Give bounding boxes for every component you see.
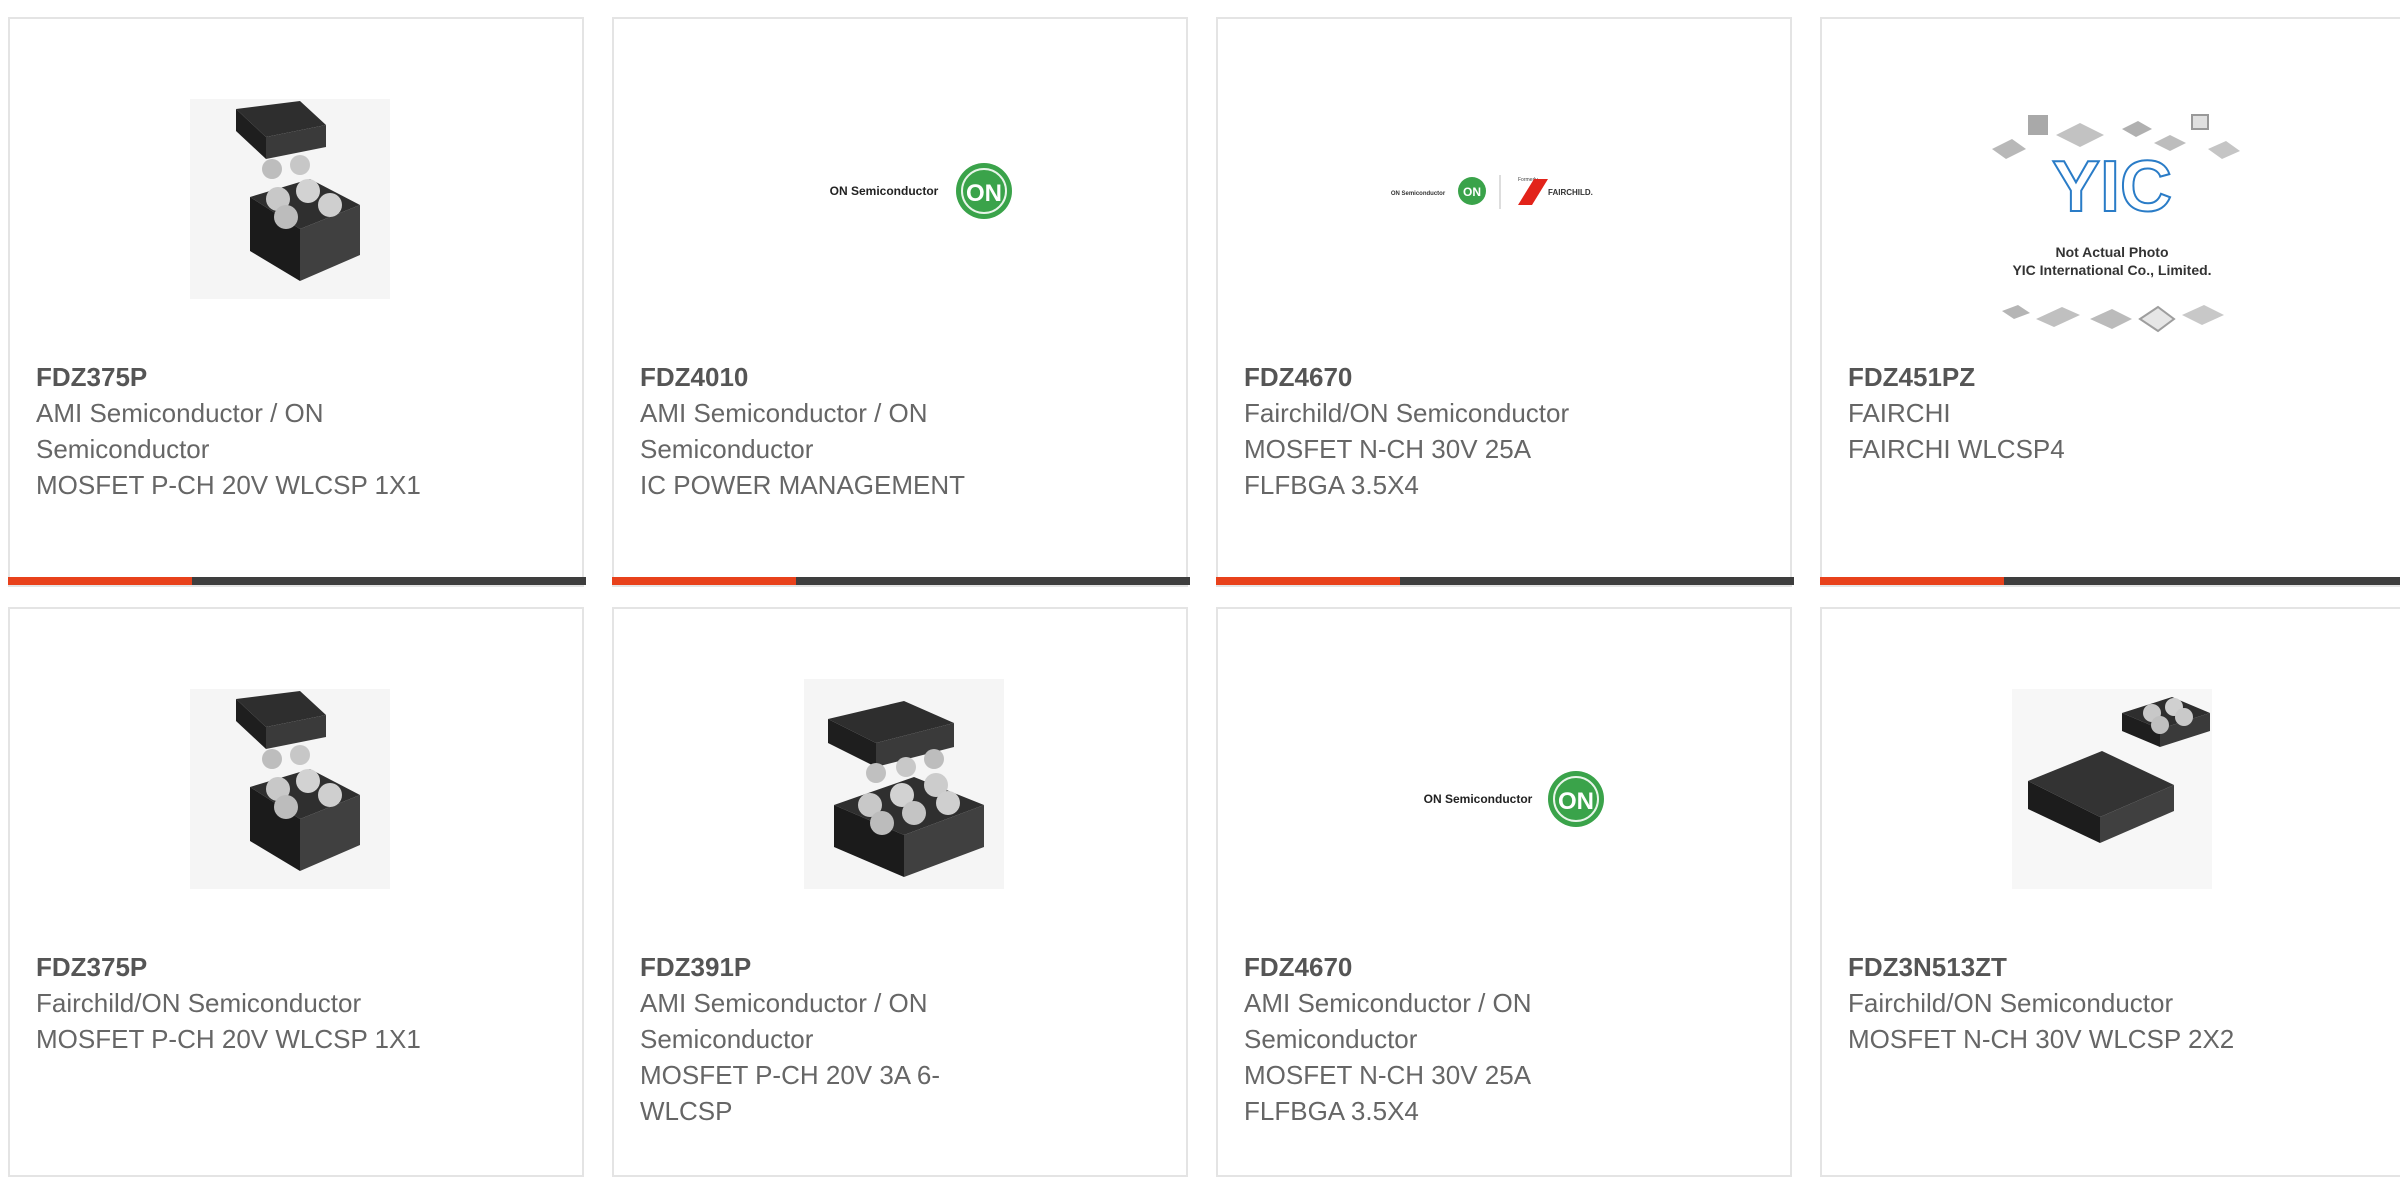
on-text-small: ON Semiconductor — [1391, 191, 1446, 197]
card-bottom-bar — [8, 577, 586, 585]
part-number[interactable]: FDZ4670 — [1244, 359, 1664, 395]
card-accent — [612, 577, 796, 585]
product-image[interactable]: ON Semiconductor ON — [1218, 609, 1790, 939]
product-image[interactable]: ON Semiconductor ON Formerly FAIRCHILD. — [1218, 19, 1790, 349]
description: MOSFET P-CH 20V WLCSP 1X1 — [36, 1024, 421, 1054]
description: IC POWER MANAGEMENT — [640, 470, 966, 500]
chip-icon — [804, 679, 1004, 889]
product-info: FDZ391P AMI Semiconductor / ON Semicondu… — [640, 949, 1060, 1129]
product-info: FDZ375P AMI Semiconductor / ON Semicondu… — [36, 359, 456, 503]
description-cont: FLFBGA 3.5X4 — [1244, 470, 1419, 500]
product-card[interactable]: FDZ391P AMI Semiconductor / ON Semicondu… — [612, 607, 1188, 1177]
part-number[interactable]: FDZ451PZ — [1848, 359, 2268, 395]
manufacturer-cont: Semiconductor — [640, 434, 814, 464]
fairchild-text: FAIRCHILD. — [1548, 188, 1593, 197]
product-info: FDZ4670 Fairchild/ON Semiconductor MOSFE… — [1244, 359, 1664, 503]
card-accent — [1820, 577, 2004, 585]
on-badge-small: ON — [1463, 185, 1481, 199]
product-image[interactable] — [614, 609, 1186, 939]
manufacturer-cont: Semiconductor — [640, 1024, 814, 1054]
part-number[interactable]: FDZ4010 — [640, 359, 1060, 395]
product-info: FDZ375P Fairchild/ON Semiconductor MOSFE… — [36, 949, 456, 1057]
description: MOSFET N-CH 30V 25A — [1244, 1060, 1532, 1090]
card-bottom-bar — [1820, 577, 2400, 585]
description: MOSFET P-CH 20V WLCSP 1X1 — [36, 470, 421, 500]
on-semiconductor-logo: ON Semiconductor ON — [830, 163, 1012, 219]
yic-line2: YIC International Co., Limited. — [2012, 262, 2211, 278]
chip-icon — [190, 689, 390, 889]
product-image[interactable] — [1822, 609, 2400, 939]
on-badge: ON — [966, 180, 1002, 207]
description-cont: WLCSP — [640, 1096, 733, 1126]
part-number[interactable]: FDZ391P — [640, 949, 1060, 985]
description-cont: FLFBGA 3.5X4 — [1244, 1096, 1419, 1126]
product-card[interactable]: FDZ375P AMI Semiconductor / ON Semicondu… — [8, 17, 586, 587]
product-info: FDZ4670 AMI Semiconductor / ON Semicondu… — [1244, 949, 1664, 1129]
manufacturer: Fairchild/ON Semiconductor — [1848, 988, 2174, 1018]
on-text: ON Semiconductor — [1424, 792, 1533, 806]
product-info: FDZ3N513ZT Fairchild/ON Semiconductor MO… — [1848, 949, 2268, 1057]
card-bottom-bar — [1216, 577, 1794, 585]
product-image[interactable]: YIC Not Actual Photo YIC International C… — [1822, 19, 2400, 349]
product-image[interactable] — [10, 609, 582, 939]
yic-mark: YIC — [2052, 147, 2172, 227]
manufacturer: Fairchild/ON Semiconductor — [36, 988, 362, 1018]
description: MOSFET N-CH 30V WLCSP 2X2 — [1848, 1024, 2235, 1054]
card-bottom-bar — [612, 577, 1190, 585]
product-card[interactable]: YIC Not Actual Photo YIC International C… — [1820, 17, 2400, 587]
manufacturer: AMI Semiconductor / ON — [640, 988, 928, 1018]
product-image[interactable] — [10, 19, 582, 349]
part-number[interactable]: FDZ4670 — [1244, 949, 1664, 985]
product-card[interactable]: FDZ3N513ZT Fairchild/ON Semiconductor MO… — [1820, 607, 2400, 1177]
description: MOSFET N-CH 30V 25A — [1244, 434, 1532, 464]
manufacturer: AMI Semiconductor / ON — [640, 398, 928, 428]
card-accent — [1216, 577, 1400, 585]
product-card[interactable]: FDZ375P Fairchild/ON Semiconductor MOSFE… — [8, 607, 584, 1177]
product-card[interactable]: ON Semiconductor ON FDZ4670 AMI Semicond… — [1216, 607, 1792, 1177]
part-number[interactable]: FDZ3N513ZT — [1848, 949, 2268, 985]
on-fairchild-logo: ON Semiconductor ON Formerly FAIRCHILD. — [1391, 175, 1593, 209]
manufacturer: Fairchild/ON Semiconductor — [1244, 398, 1570, 428]
product-card[interactable]: ON Semiconductor ON FDZ4010 AMI Semicond… — [612, 17, 1190, 587]
on-semiconductor-logo: ON Semiconductor ON — [1424, 771, 1604, 827]
part-number[interactable]: FDZ375P — [36, 949, 456, 985]
on-text: ON Semiconductor — [830, 184, 939, 198]
chip-icon — [190, 99, 390, 299]
description: FAIRCHI WLCSP4 — [1848, 434, 2065, 464]
product-image[interactable]: ON Semiconductor ON — [614, 19, 1186, 349]
part-number[interactable]: FDZ375P — [36, 359, 456, 395]
card-accent — [8, 577, 192, 585]
manufacturer-cont: Semiconductor — [36, 434, 210, 464]
chip-icon — [2012, 689, 2212, 889]
on-badge: ON — [1558, 788, 1594, 815]
manufacturer: AMI Semiconductor / ON — [1244, 988, 1532, 1018]
manufacturer: FAIRCHI — [1848, 398, 1951, 428]
product-info: FDZ4010 AMI Semiconductor / ON Semicondu… — [640, 359, 1060, 503]
yic-placeholder-image: YIC Not Actual Photo YIC International C… — [1992, 114, 2240, 333]
description: MOSFET P-CH 20V 3A 6- — [640, 1060, 941, 1090]
yic-line1: Not Actual Photo — [2055, 244, 2168, 260]
manufacturer-cont: Semiconductor — [1244, 1024, 1418, 1054]
product-card[interactable]: ON Semiconductor ON Formerly FAIRCHILD. … — [1216, 17, 1794, 587]
manufacturer: AMI Semiconductor / ON — [36, 398, 324, 428]
product-info: FDZ451PZ FAIRCHI FAIRCHI WLCSP4 — [1848, 359, 2268, 467]
